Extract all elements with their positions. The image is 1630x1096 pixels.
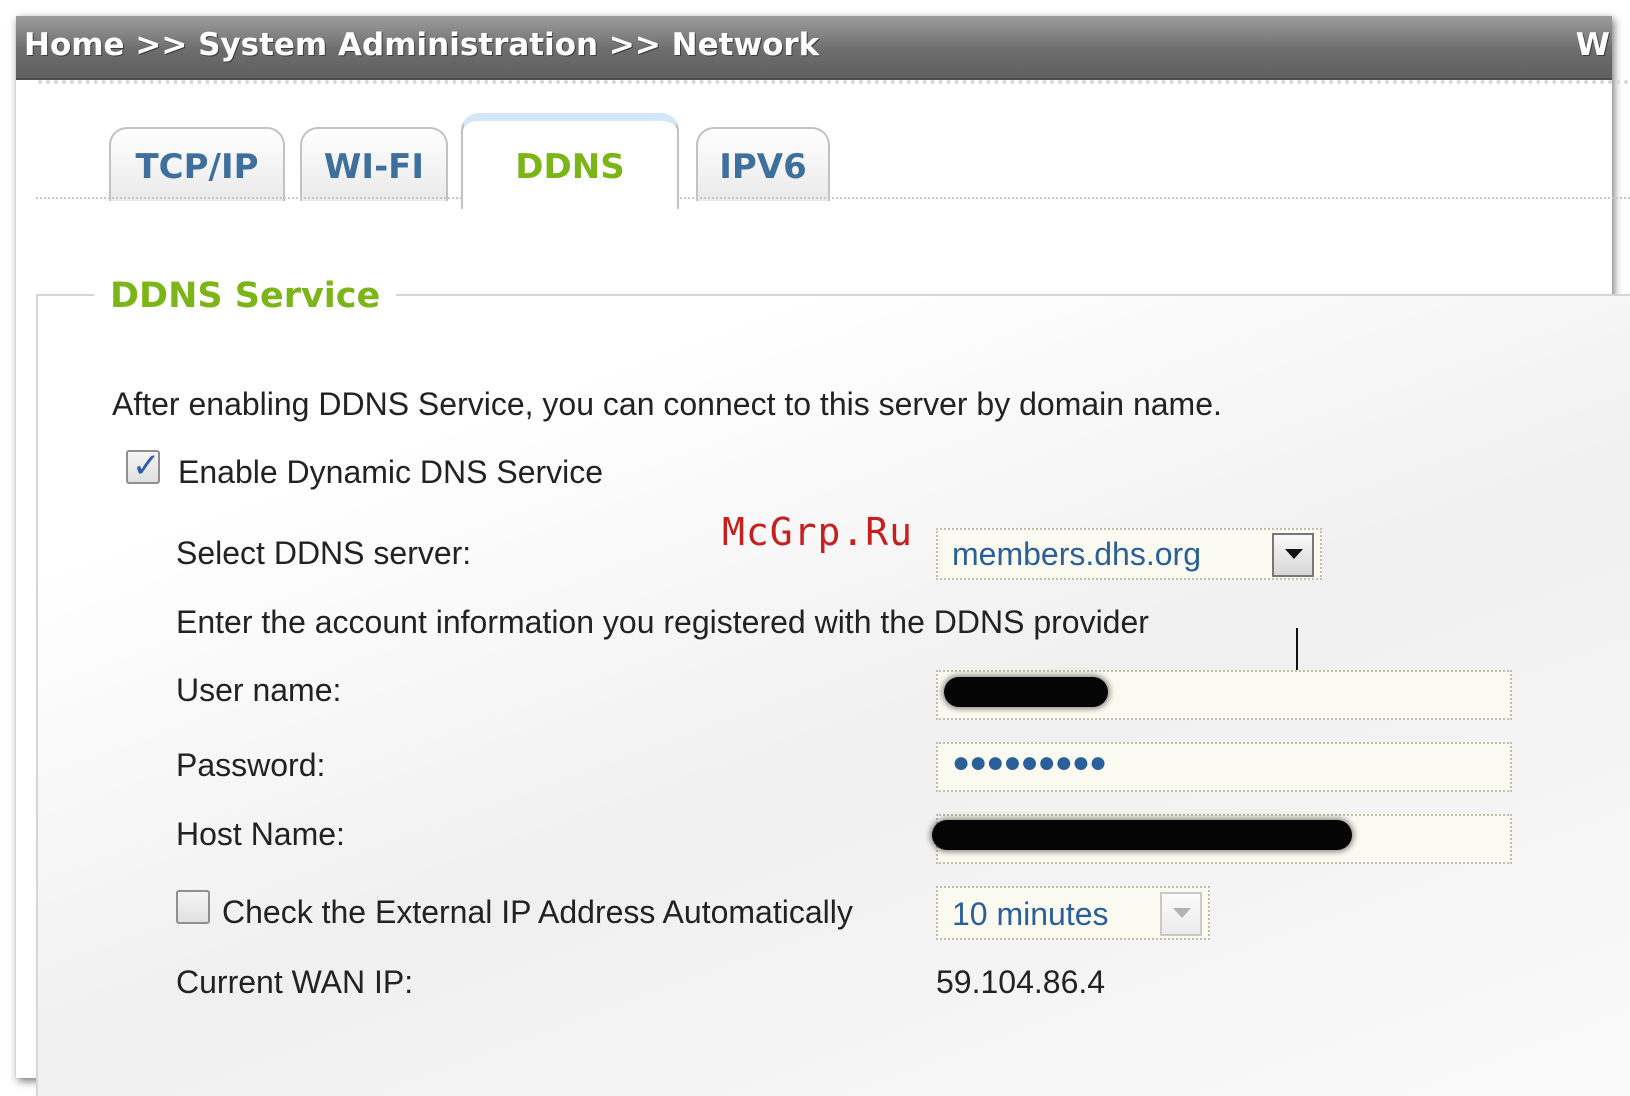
enable-ddns-label: Enable Dynamic DNS Service: [178, 454, 604, 490]
ddns-server-select[interactable]: members.dhs.org: [936, 528, 1322, 580]
ddns-server-value: members.dhs.org: [952, 536, 1201, 572]
tab-wi-fi[interactable]: WI-FI: [300, 127, 448, 201]
redaction-mark: [944, 677, 1108, 707]
checkmark-icon: ✓: [132, 446, 161, 486]
section-description: After enabling DDNS Service, you can con…: [112, 386, 1222, 422]
text-cursor: [1296, 628, 1298, 670]
top-bar: Home >> System Administration >> Network…: [16, 16, 1612, 80]
wan-ip-value: 59.104.86.4: [936, 964, 1106, 1000]
auto-check-ip-checkbox[interactable]: [176, 890, 210, 924]
redaction-mark: [932, 820, 1352, 850]
tab-tcp-ip[interactable]: TCP/IP: [109, 127, 285, 201]
chevron-down-icon[interactable]: [1272, 533, 1314, 577]
watermark: McGrp.Ru: [722, 510, 914, 554]
check-interval-select[interactable]: 10 minutes: [936, 886, 1210, 940]
chevron-down-icon[interactable]: [1160, 892, 1202, 936]
wan-ip-label: Current WAN IP:: [176, 964, 414, 1000]
breadcrumb: Home >> System Administration >> Network: [24, 27, 820, 63]
hostname-label: Host Name:: [176, 816, 345, 852]
password-label: Password:: [176, 747, 326, 783]
section-title: DDNS Service: [94, 276, 397, 316]
username-label: User name:: [176, 672, 342, 708]
auto-check-ip-label: Check the External IP Address Automatica…: [222, 894, 853, 930]
top-bar-right-text: W: [1575, 27, 1610, 63]
tabs-baseline: [36, 197, 1630, 199]
password-value: ●●●●●●●●●: [952, 746, 1107, 779]
account-note: Enter the account information you regist…: [176, 604, 1149, 640]
tab-ddns[interactable]: DDNS: [461, 113, 679, 209]
check-interval-value: 10 minutes: [952, 896, 1109, 932]
enable-ddns-checkbox[interactable]: ✓: [126, 446, 161, 486]
password-field[interactable]: ●●●●●●●●●: [936, 742, 1512, 792]
ddns-server-label: Select DDNS server:: [176, 535, 472, 571]
tab-ipv6[interactable]: IPV6: [696, 127, 830, 201]
dotted-divider: [38, 80, 1630, 84]
